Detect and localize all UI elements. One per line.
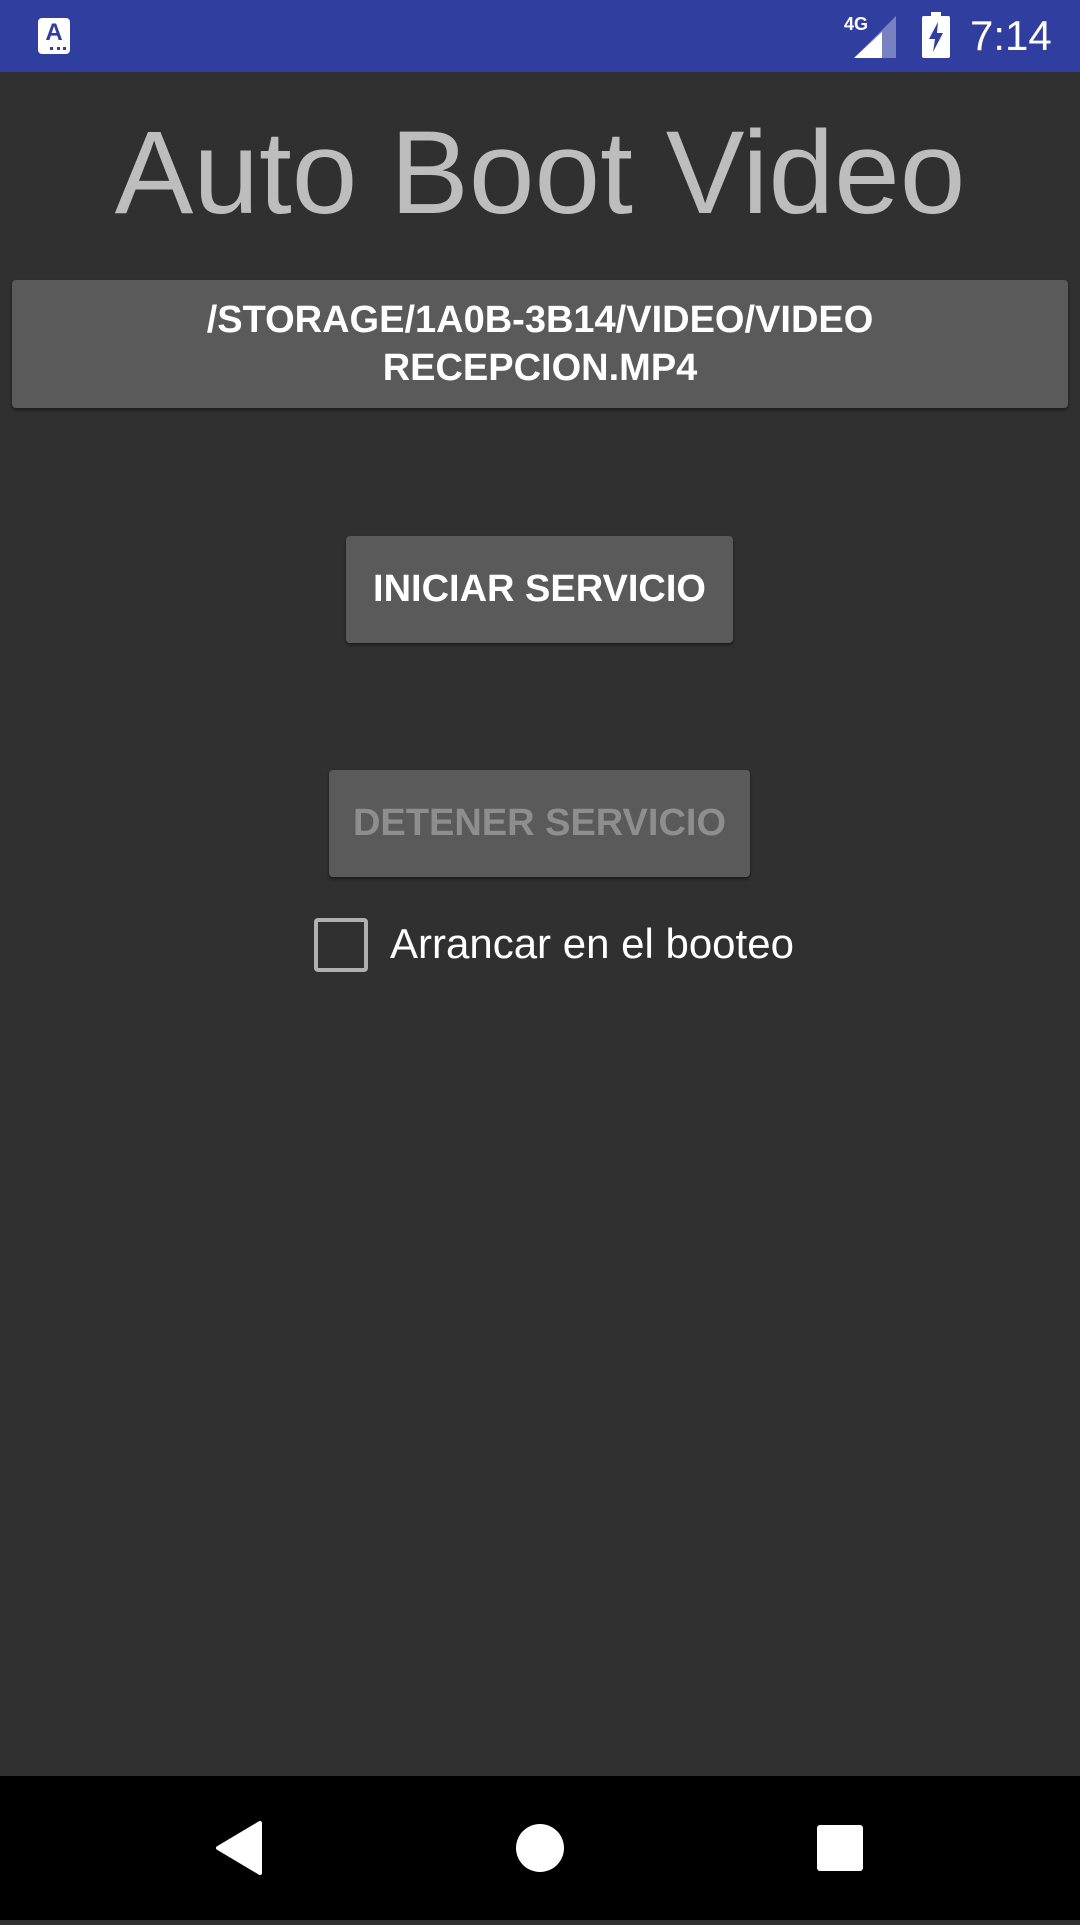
status-bar: A 4G 7:14 [0,0,1080,72]
file-path-button[interactable]: /STORAGE/1A0B-3B14/VIDEO/VIDEO RECEPCION… [12,280,1068,408]
back-icon[interactable] [180,1776,300,1920]
cell-signal-icon: 4G [842,14,900,58]
start-service-button[interactable]: INICIAR SERVICIO [346,536,733,643]
app-title: Auto Boot Video [114,107,966,239]
boot-checkbox-label[interactable]: Arrancar en el booteo [390,916,794,972]
recents-icon[interactable] [780,1776,900,1920]
app-notification-icon: A [38,18,70,54]
stop-service-button[interactable]: DETENER SERVICIO [329,770,750,877]
battery-charging-icon [922,12,950,58]
status-time: 7:14 [970,12,1052,59]
boot-checkbox[interactable] [314,918,368,972]
navigation-bar [0,1776,1080,1920]
home-icon[interactable] [480,1776,600,1920]
